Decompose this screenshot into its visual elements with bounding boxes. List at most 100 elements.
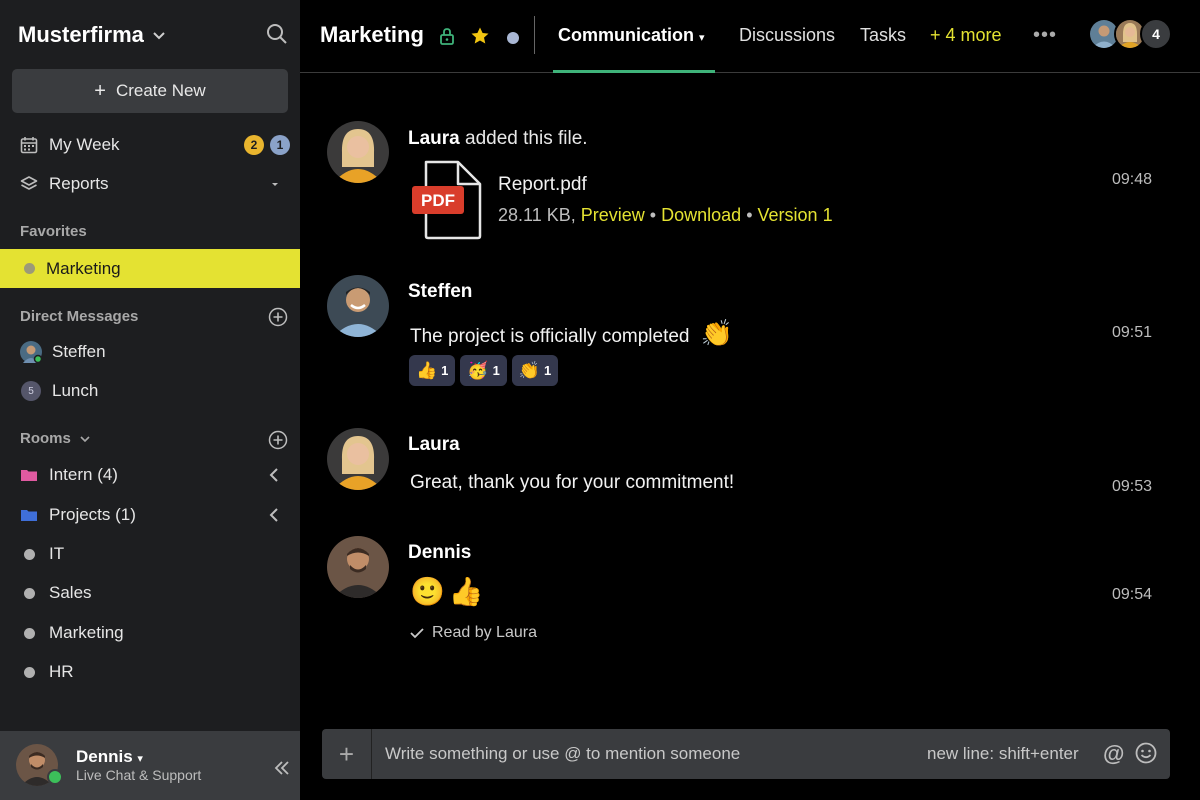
- message-author[interactable]: Steffen: [408, 281, 472, 303]
- caret-down-icon: ▾: [699, 32, 705, 44]
- tab-more[interactable]: + 4 more: [930, 25, 1002, 46]
- sidebar-item-label: Lunch: [52, 381, 99, 400]
- tab-discussions[interactable]: Discussions: [739, 25, 835, 46]
- author-name: Laura: [408, 128, 460, 149]
- status-dot-icon: [24, 263, 35, 274]
- person-avatar-icon: [20, 341, 42, 363]
- file-name[interactable]: Report.pdf: [498, 174, 587, 196]
- reaction-thumbs-up[interactable]: 👍 1: [409, 355, 456, 386]
- section-label: Direct Messages: [20, 308, 139, 325]
- folder-pink-icon: [21, 470, 37, 481]
- reaction-clapping[interactable]: 👏 1: [511, 355, 559, 386]
- sidebar-item-label: Sales: [49, 583, 92, 602]
- party-face-icon: 🥳: [467, 360, 489, 380]
- message-author[interactable]: Laura: [408, 434, 460, 456]
- sidebar-item-label: Marketing: [49, 623, 124, 642]
- calendar-icon: [20, 137, 38, 154]
- sidebar-item-label: Projects (1): [49, 505, 136, 524]
- reaction-bar: 👍 1 🥳 1 👏 1: [409, 355, 559, 386]
- reaction-count: 1: [492, 363, 500, 378]
- collapse-sidebar-icon[interactable]: [273, 759, 291, 777]
- current-user-name[interactable]: Dennis ▾: [76, 747, 143, 767]
- clapping-hands-icon: 👏: [700, 318, 734, 348]
- preview-link[interactable]: Preview: [581, 205, 645, 225]
- file-size: 28.11 KB,: [498, 205, 576, 225]
- sidebar-item-lunch[interactable]: 5 Lunch: [0, 372, 300, 410]
- message-timestamp: 09:51: [1112, 324, 1153, 341]
- person-avatar-icon: [327, 536, 389, 598]
- caret-down-icon[interactable]: [270, 179, 280, 189]
- reaction-party-face[interactable]: 🥳 1: [460, 355, 507, 386]
- more-options-icon[interactable]: •••: [1033, 24, 1057, 47]
- sidebar-item-label: HR: [49, 662, 74, 681]
- separator-dot: •: [649, 205, 657, 225]
- message-timestamp: 09:53: [1112, 478, 1153, 495]
- group-count: 5: [21, 381, 41, 401]
- sidebar-item-projects[interactable]: Projects (1): [0, 496, 300, 534]
- lock-icon: [440, 28, 454, 45]
- message-composer: + Write something or use @ to mention so…: [322, 729, 1170, 779]
- chevron-left-icon[interactable]: [268, 507, 280, 523]
- avatar[interactable]: [327, 428, 389, 490]
- add-room-icon[interactable]: [268, 430, 288, 450]
- search-icon[interactable]: [266, 23, 288, 45]
- message-author[interactable]: Dennis: [408, 542, 471, 564]
- sidebar-item-sales[interactable]: Sales: [0, 574, 300, 612]
- room-dot-icon: [20, 624, 38, 642]
- active-tab-indicator: [553, 70, 715, 73]
- sidebar-item-marketing-favorite[interactable]: Marketing: [0, 249, 300, 288]
- sidebar-item-hr[interactable]: HR: [0, 653, 300, 691]
- person-avatar-icon: [327, 121, 389, 183]
- room-dot-icon: [20, 663, 38, 681]
- message-text: The project is officially completed 👏: [410, 318, 733, 349]
- sidebar-item-label: Marketing: [46, 258, 121, 278]
- read-receipt: Read by Laura: [410, 624, 537, 642]
- reaction-count: 1: [543, 363, 552, 378]
- room-dot-icon: [20, 545, 38, 563]
- add-direct-message-icon[interactable]: [268, 307, 288, 327]
- create-new-button[interactable]: + Create New: [12, 69, 288, 113]
- emoji-picker-icon[interactable]: [1135, 742, 1157, 764]
- sidebar-item-it[interactable]: IT: [0, 535, 300, 573]
- message-body: The project is officially completed: [410, 326, 690, 347]
- tab-label: Communication: [558, 25, 695, 45]
- tab-tasks[interactable]: Tasks: [860, 25, 906, 46]
- avatar[interactable]: [327, 275, 389, 337]
- mention-icon[interactable]: @: [1103, 741, 1124, 767]
- pdf-file-icon[interactable]: PDF: [410, 160, 484, 240]
- sidebar-item-intern[interactable]: Intern (4): [0, 456, 300, 494]
- group-count-icon: 5: [21, 381, 41, 401]
- message-author[interactable]: Laura added this file.: [408, 128, 588, 150]
- count-badge: 2: [244, 135, 264, 155]
- version-link[interactable]: Version 1: [758, 205, 833, 225]
- checkmark-icon: [410, 628, 424, 639]
- layers-icon: [20, 176, 38, 190]
- favorites-section-title: Favorites: [20, 223, 87, 240]
- chevron-left-icon[interactable]: [268, 467, 280, 483]
- workspace-switcher[interactable]: Musterfirma: [18, 20, 166, 50]
- message-action: added this file.: [465, 128, 588, 149]
- tab-communication[interactable]: Communication ▾: [558, 25, 705, 46]
- read-receipt-label: Read by Laura: [432, 624, 537, 641]
- add-attachment-button[interactable]: +: [322, 729, 372, 779]
- message-text: Great, thank you for your commitment!: [410, 472, 735, 493]
- message-input[interactable]: Write something or use @ to mention some…: [385, 744, 740, 764]
- person-avatar-icon: [327, 428, 389, 490]
- sidebar-item-reports[interactable]: Reports: [0, 165, 300, 203]
- member-count-badge[interactable]: 4: [1140, 18, 1172, 50]
- avatar: [20, 341, 42, 363]
- chevron-down-icon: [80, 435, 90, 442]
- section-label: Favorites: [20, 223, 87, 240]
- download-link[interactable]: Download: [661, 205, 741, 225]
- clapping-hands-icon: 👏: [518, 360, 540, 380]
- sidebar-item-steffen[interactable]: Steffen: [0, 333, 300, 371]
- sidebar-item-marketing[interactable]: Marketing: [0, 614, 300, 652]
- star-icon[interactable]: [470, 26, 490, 46]
- avatar[interactable]: [327, 121, 389, 183]
- room-status-icon: [507, 32, 519, 44]
- avatar[interactable]: [327, 536, 389, 598]
- rooms-section-title[interactable]: Rooms: [20, 430, 91, 447]
- room-header: Marketing Communication ▾ Discussions Ta…: [300, 0, 1200, 73]
- sidebar-item-my-week[interactable]: My Week 2 1: [0, 126, 300, 164]
- section-label: Rooms: [20, 430, 71, 447]
